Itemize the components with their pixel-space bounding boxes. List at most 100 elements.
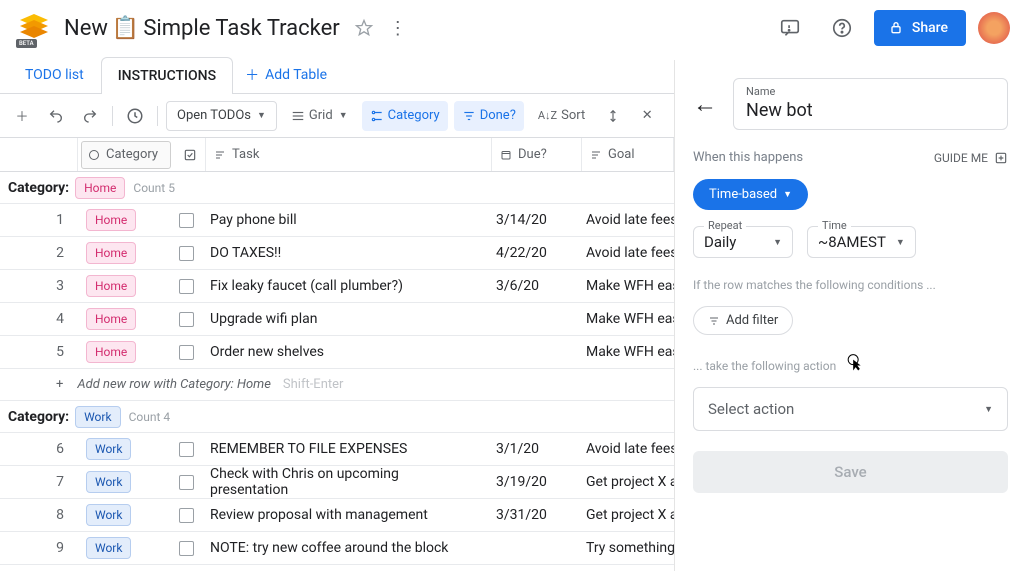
goal-cell[interactable]: Make WFH easi (578, 336, 674, 368)
checkbox[interactable] (179, 442, 194, 457)
task-cell[interactable]: Fix leaky faucet (call plumber?) (202, 270, 488, 302)
trigger-type-button[interactable]: Time-based ▼ (693, 179, 808, 210)
done-cell[interactable] (170, 466, 202, 498)
checkbox[interactable] (179, 312, 194, 327)
category-cell[interactable]: Home (78, 204, 170, 236)
category-cell[interactable]: Work (78, 499, 170, 531)
table-row[interactable]: 3 Home Fix leaky faucet (call plumber?) … (0, 270, 674, 303)
goal-cell[interactable]: Make WFH easi (578, 270, 674, 302)
done-cell[interactable] (170, 303, 202, 335)
due-cell[interactable] (488, 336, 578, 368)
due-col-header[interactable]: Due? (492, 138, 582, 171)
star-button[interactable] (352, 16, 376, 40)
add-row-button[interactable]: ＋ (8, 102, 36, 130)
goal-cell[interactable]: Get project X ap (578, 499, 674, 531)
checkbox[interactable] (179, 246, 194, 261)
table-row[interactable]: 7 Work Check with Chris on upcoming pres… (0, 466, 674, 499)
tab-todo-list[interactable]: TODO list (8, 56, 101, 93)
checkbox[interactable] (179, 475, 194, 490)
goal-cell[interactable]: Try something d (578, 532, 674, 564)
goal-cell[interactable]: Avoid late fees (578, 433, 674, 465)
table-row[interactable]: 4 Home Upgrade wifi plan Make WFH easi (0, 303, 674, 336)
doc-title[interactable]: New 📋 Simple Task Tracker (64, 16, 340, 41)
group-header[interactable]: Category: Home Count 5 (0, 172, 674, 204)
bot-name-field[interactable]: Name New bot (733, 78, 1008, 130)
checkbox[interactable] (179, 508, 194, 523)
task-cell[interactable]: Review proposal with management (202, 499, 488, 531)
checkbox[interactable] (179, 279, 194, 294)
table-row[interactable]: 8 Work Review proposal with management 3… (0, 499, 674, 532)
due-cell[interactable]: 3/6/20 (488, 270, 578, 302)
done-cell[interactable] (170, 433, 202, 465)
tab-instructions[interactable]: INSTRUCTIONS (101, 57, 233, 94)
checkbox[interactable] (179, 541, 194, 556)
category-col-header[interactable]: Category (81, 141, 171, 169)
goal-cell[interactable]: Get project X ap (578, 466, 674, 498)
checkbox[interactable] (179, 213, 194, 228)
goal-cell[interactable]: Avoid late fees (578, 204, 674, 236)
done-cell[interactable] (170, 336, 202, 368)
help-icon[interactable] (822, 8, 862, 48)
done-cell[interactable] (170, 532, 202, 564)
view-selector[interactable]: Open TODOs ▼ (166, 101, 277, 131)
time-select[interactable]: Time ~8AMEST▼ (807, 226, 916, 258)
category-cell[interactable]: Home (78, 237, 170, 269)
due-cell[interactable]: 3/19/20 (488, 466, 578, 498)
add-table-button[interactable]: ＋ Add Table (233, 65, 339, 85)
category-cell[interactable]: Work (78, 532, 170, 564)
goal-col-header[interactable]: Goal (582, 138, 674, 171)
done-col-header[interactable] (174, 138, 206, 171)
more-menu-button[interactable]: ⋮ (384, 14, 412, 42)
redo-button[interactable] (76, 102, 104, 130)
share-button[interactable]: Share (874, 10, 966, 46)
category-cell[interactable]: Home (78, 270, 170, 302)
category-cell[interactable]: Home (78, 336, 170, 368)
task-cell[interactable]: Order new shelves (202, 336, 488, 368)
task-cell[interactable]: NOTE: try new coffee around the block (202, 532, 488, 564)
table-row[interactable]: 2 Home DO TAXES!! 4/22/20 Avoid late fee… (0, 237, 674, 270)
guide-me-button[interactable]: GUIDE ME (934, 151, 1008, 165)
group-by-chip[interactable]: Category (362, 101, 448, 131)
group-header[interactable]: Category: Work Count 4 (0, 401, 674, 433)
table-row[interactable]: 1 Home Pay phone bill 3/14/20 Avoid late… (0, 204, 674, 237)
back-button[interactable]: ← (693, 90, 717, 119)
repeat-select[interactable]: Repeat Daily▼ (693, 226, 793, 258)
close-view-button[interactable]: ✕ (633, 102, 661, 130)
goal-cell[interactable]: Make WFH easi (578, 303, 674, 335)
comment-icon[interactable] (770, 8, 810, 48)
done-cell[interactable] (170, 204, 202, 236)
category-cell[interactable]: Work (78, 466, 170, 498)
due-cell[interactable]: 3/31/20 (488, 499, 578, 531)
due-cell[interactable]: 3/1/20 (488, 433, 578, 465)
add-filter-button[interactable]: Add filter (693, 306, 793, 335)
due-cell[interactable]: 4/22/20 (488, 237, 578, 269)
checkbox[interactable] (179, 345, 194, 360)
goal-cell[interactable]: Avoid late fees (578, 237, 674, 269)
table-row[interactable]: 5 Home Order new shelves Make WFH easi (0, 336, 674, 369)
table-row[interactable]: 6 Work REMEMBER TO FILE EXPENSES 3/1/20 … (0, 433, 674, 466)
sort-chip[interactable]: A↓Z Sort (530, 101, 593, 131)
row-height-button[interactable] (599, 102, 627, 130)
table-row[interactable]: 9 Work NOTE: try new coffee around the b… (0, 532, 674, 565)
done-cell[interactable] (170, 499, 202, 531)
task-col-header[interactable]: Task (206, 138, 492, 171)
category-cell[interactable]: Work (78, 433, 170, 465)
task-cell[interactable]: Check with Chris on upcoming presentatio… (202, 466, 488, 498)
filter-chip[interactable]: Done? (454, 101, 524, 131)
undo-button[interactable] (42, 102, 70, 130)
task-cell[interactable]: DO TAXES!! (202, 237, 488, 269)
task-cell[interactable]: Upgrade wifi plan (202, 303, 488, 335)
done-cell[interactable] (170, 237, 202, 269)
add-row[interactable]: +Add new row with Category: Home Shift-E… (0, 369, 674, 401)
category-cell[interactable]: Home (78, 303, 170, 335)
select-action-dropdown[interactable]: Select action ▼ (693, 387, 1008, 431)
due-cell[interactable]: 3/14/20 (488, 204, 578, 236)
history-button[interactable] (121, 102, 149, 130)
due-cell[interactable] (488, 303, 578, 335)
done-cell[interactable] (170, 270, 202, 302)
due-cell[interactable] (488, 532, 578, 564)
task-cell[interactable]: REMEMBER TO FILE EXPENSES (202, 433, 488, 465)
task-cell[interactable]: Pay phone bill (202, 204, 488, 236)
avatar[interactable] (978, 12, 1010, 44)
layout-grid[interactable]: Grid ▼ (283, 101, 356, 131)
